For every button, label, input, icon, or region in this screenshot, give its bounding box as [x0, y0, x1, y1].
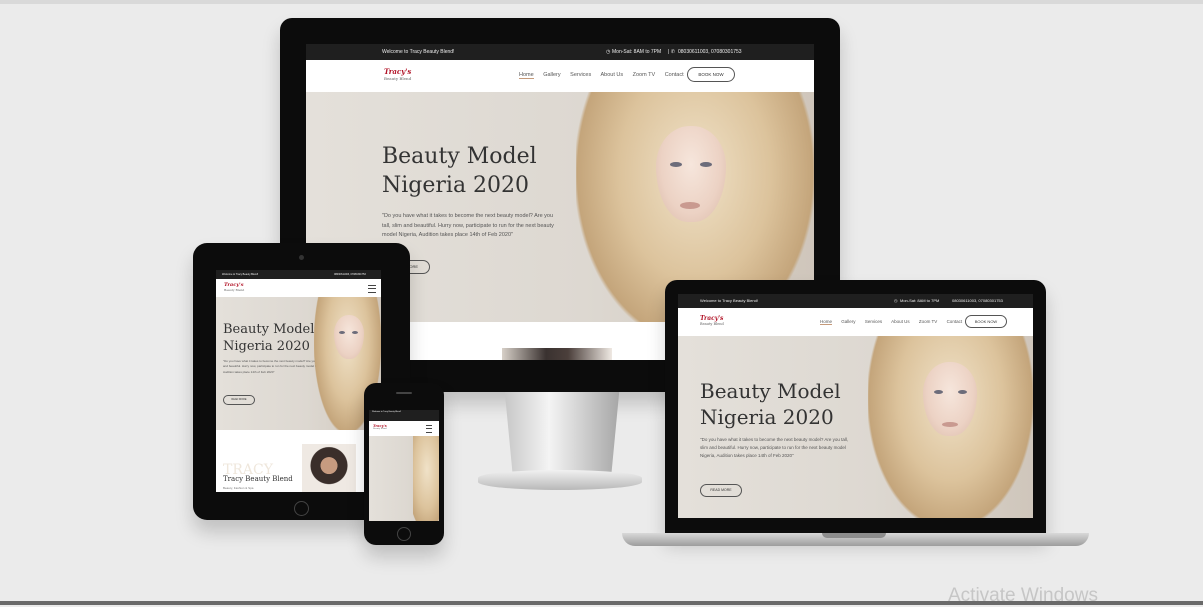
- phone-navbar: Tracy's Beauty Blend: [369, 421, 439, 437]
- clock-icon: ◷: [894, 298, 898, 303]
- main-nav: Home Gallery Services About Us Zoom TV C…: [820, 319, 970, 325]
- desktop-topbar: Welcome to Tracy Beauty Blend! ◷ Mon-Sat…: [306, 44, 814, 60]
- nav-contact[interactable]: Contact: [947, 319, 963, 324]
- phone-earpiece: [396, 392, 412, 394]
- nav-contact[interactable]: Contact: [665, 72, 684, 78]
- welcome-text: Welcome to Tracy Beauty Blend!: [222, 273, 259, 276]
- tablet-topbar: Welcome to Tracy Beauty Blend! 080306110…: [216, 270, 381, 279]
- tablet-hero: Beauty Model Nigeria 2020 "Do you have w…: [216, 297, 381, 430]
- top-border: [0, 0, 1203, 4]
- about-sub: Beauty, Fashion & Spa: [223, 486, 254, 490]
- nav-gallery[interactable]: Gallery: [841, 319, 855, 324]
- monitor-stand-base: [478, 470, 642, 490]
- site-logo[interactable]: Tracy's Beauty Blend: [224, 282, 244, 292]
- site-logo[interactable]: Tracy's Beauty Blend: [384, 67, 411, 81]
- main-nav: Home Gallery Services About Us Zoom TV C…: [519, 72, 692, 79]
- phone-home-button[interactable]: [397, 527, 411, 541]
- nav-services[interactable]: Services: [570, 72, 591, 78]
- model-photo: [413, 436, 439, 521]
- phones-text: 08030611003, 07080301753: [334, 273, 366, 276]
- tablet-screen: Welcome to Tracy Beauty Blend! 080306110…: [216, 270, 381, 492]
- site-logo[interactable]: Tracy's Beauty Blend: [373, 424, 387, 430]
- about-section: TRACY Tracy Beauty Blend Beauty, Fashion…: [216, 430, 381, 492]
- nav-zoomtv[interactable]: Zoom TV: [919, 319, 937, 324]
- read-more-button[interactable]: READ MORE: [700, 484, 742, 497]
- about-title: Tracy Beauty Blend: [223, 475, 293, 483]
- nav-about[interactable]: About Us: [600, 72, 623, 78]
- hero-text: "Do you have what it takes to become the…: [382, 213, 554, 238]
- hero-title: Beauty Model Nigeria 2020: [223, 322, 315, 354]
- laptop: Welcome to Tracy Beauty Blend! ◷ Mon-Sat…: [665, 280, 1046, 534]
- laptop-notch: [822, 533, 886, 538]
- phone-icon: | ✆: [668, 49, 675, 55]
- tablet-home-button[interactable]: [294, 501, 309, 516]
- phone-hero: [369, 436, 439, 521]
- phone-screen: Welcome to Tracy Beauty Blend! Tracy's B…: [369, 410, 439, 521]
- site-logo[interactable]: Tracy's Beauty Blend: [700, 315, 724, 326]
- phones-text: 08030611003, 07080301753: [952, 298, 1003, 303]
- hours-text: Mon-Sat: 8AM to 7PM: [900, 298, 940, 303]
- welcome-text: Welcome to Tracy Beauty Blend!: [382, 49, 455, 55]
- book-now-button[interactable]: BOOK NOW: [965, 315, 1007, 328]
- nav-home[interactable]: Home: [519, 72, 534, 79]
- menu-icon[interactable]: [426, 425, 432, 433]
- desktop-navbar: Tracy's Beauty Blend Home Gallery Servic…: [306, 60, 814, 93]
- book-now-button[interactable]: BOOK NOW: [687, 67, 735, 82]
- hero-text: "Do you have what it takes to become the…: [700, 437, 849, 458]
- laptop-navbar: Tracy's Beauty Blend Home Gallery Servic…: [678, 308, 1033, 337]
- laptop-hero: Beauty Model Nigeria 2020 "Do you have w…: [678, 336, 1033, 518]
- read-more-button[interactable]: READ MORE: [223, 395, 255, 405]
- phone-topbar: Welcome to Tracy Beauty Blend!: [369, 410, 439, 421]
- model-photo: [868, 336, 1033, 518]
- nav-about[interactable]: About Us: [891, 319, 910, 324]
- welcome-text: Welcome to Tracy Beauty Blend!: [700, 298, 758, 303]
- tablet-camera: [299, 255, 304, 260]
- nav-gallery[interactable]: Gallery: [543, 72, 560, 78]
- monitor-stand-neck: [504, 392, 620, 474]
- about-thumbnail: [502, 348, 612, 360]
- menu-icon[interactable]: [368, 285, 376, 293]
- laptop-topbar: Welcome to Tracy Beauty Blend! ◷ Mon-Sat…: [678, 294, 1033, 308]
- nav-services[interactable]: Services: [865, 319, 882, 324]
- bottom-border: [0, 601, 1203, 605]
- nav-home[interactable]: Home: [820, 319, 833, 325]
- hero-title: Beauty Model Nigeria 2020: [382, 144, 537, 198]
- hero-title: Beauty Model Nigeria 2020: [700, 379, 841, 429]
- welcome-text: Welcome to Tracy Beauty Blend!: [372, 411, 401, 413]
- phones-text: 08030611003, 07080301753: [678, 49, 742, 55]
- about-photo: [302, 444, 356, 492]
- laptop-screen: Welcome to Tracy Beauty Blend! ◷ Mon-Sat…: [678, 294, 1033, 518]
- hours-text: Mon-Sat: 8AM to 7PM: [612, 49, 662, 55]
- phone: Welcome to Tracy Beauty Blend! Tracy's B…: [364, 383, 444, 545]
- nav-zoomtv[interactable]: Zoom TV: [633, 72, 656, 78]
- clock-icon: ◷: [606, 49, 611, 55]
- tablet-navbar: Tracy's Beauty Blend: [216, 279, 381, 298]
